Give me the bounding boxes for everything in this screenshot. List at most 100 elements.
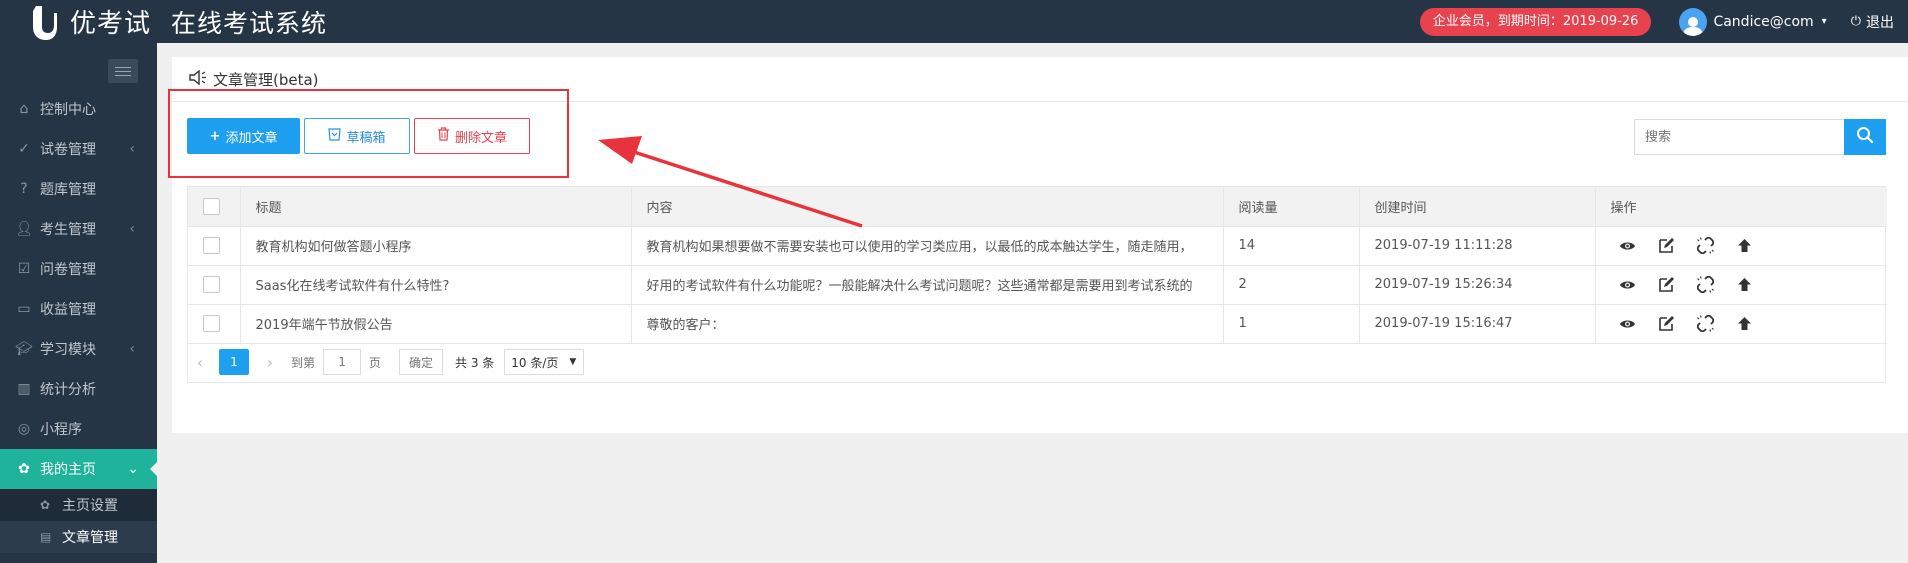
plus-icon: +: [209, 128, 221, 144]
sidebar-item-my-homepage[interactable]: ✿ 我的主页 ⌄: [0, 449, 158, 489]
sidebar-item-label: 考生管理: [40, 222, 96, 238]
arrow-up-icon[interactable]: [1736, 237, 1753, 254]
cell-content: 尊敬的客户：: [631, 304, 1224, 344]
sidebar-toggle-button[interactable]: [108, 59, 138, 83]
column-header-title: 标题: [240, 187, 632, 227]
table-row: 2019年端午节放假公告 尊敬的客户： 1 2019-07-19 15:16:4…: [188, 304, 1888, 344]
select-all-checkbox[interactable]: [203, 197, 220, 215]
sidebar-item-revenue[interactable]: ▭ 收益管理: [0, 289, 157, 329]
sidebar-item-examinees[interactable]: 👤︎ 考生管理 ‹: [0, 209, 157, 249]
unlink-icon[interactable]: [1696, 315, 1714, 332]
table-row: Saas化在线考试软件有什么特性? 好用的考试软件有什么功能呢？一般能解决什么考…: [188, 265, 1888, 305]
cell-created: 2019-07-19 15:26:34: [1359, 265, 1596, 305]
add-article-label: 添加文章: [225, 130, 278, 146]
wechat-icon: ◎: [17, 421, 31, 437]
chevron-down-icon: ⌄: [127, 461, 139, 477]
bar-chart-icon: ▥: [17, 381, 31, 397]
annotation-arrow-icon: [598, 136, 863, 228]
system-title: 在线考试系统: [171, 8, 328, 38]
eye-icon[interactable]: [1619, 315, 1636, 332]
submenu-my-homepage: ✿ 主页设置 ▤ 文章管理: [0, 489, 157, 553]
checkbox-icon: ☑: [17, 261, 31, 277]
chevron-left-icon: ‹: [129, 341, 135, 357]
unlink-icon[interactable]: [1696, 276, 1714, 293]
pagination: ‹ 1 › 到第 页 确定 共 3 条 10 条/页 ▼: [187, 348, 585, 376]
drafts-button[interactable]: 草稿箱: [304, 118, 410, 154]
user-menu[interactable]: Candice@com ▾: [1679, 7, 1827, 36]
row-actions: [1611, 276, 1888, 293]
sidebar-item-label: 试卷管理: [40, 142, 96, 158]
arrow-up-icon[interactable]: [1736, 276, 1753, 293]
cell-content: 好用的考试软件有什么功能呢？一般能解决什么考试问题呢？这些通常都是需要用到考试系…: [631, 265, 1224, 305]
edit-icon[interactable]: [1658, 276, 1675, 293]
eye-icon[interactable]: [1619, 276, 1636, 293]
graduation-cap-icon: 🎓︎: [15, 341, 33, 357]
speaker-icon: [189, 69, 207, 89]
sidebar-item-question-bank[interactable]: ? 题库管理: [0, 169, 157, 209]
chevron-left-icon: ‹: [129, 221, 135, 237]
cell-title: 教育机构如何做答题小程序: [240, 226, 632, 266]
arrow-up-icon[interactable]: [1736, 315, 1753, 332]
file-icon: ▤: [40, 530, 52, 544]
sidebar-item-learning[interactable]: 🎓︎ 学习模块 ‹: [0, 329, 157, 369]
sidebar: ⌂ 控制中心 ✓ 试卷管理 ‹ ? 题库管理 👤︎ 考生管理 ‹ ☑ 问卷管理 …: [0, 43, 158, 563]
sidebar-item-papers[interactable]: ✓ 试卷管理 ‹: [0, 129, 157, 169]
add-article-button[interactable]: + 添加文章: [187, 118, 300, 154]
card-icon: ▭: [17, 301, 31, 317]
sidebar-subitem-article-management[interactable]: ▤ 文章管理: [0, 521, 157, 553]
sidebar-item-label: 收益管理: [40, 302, 96, 318]
sidebar-item-dashboard[interactable]: ⌂ 控制中心: [0, 89, 157, 129]
goto-label: 到第: [291, 355, 316, 370]
unlink-icon[interactable]: [1696, 237, 1714, 254]
sidebar-subitem-label: 主页设置: [62, 498, 118, 514]
sidebar-item-mini-program[interactable]: ◎ 小程序: [0, 409, 157, 449]
leaf-icon: ✿: [18, 461, 30, 477]
top-header: 优考试 在线考试系统 企业会员，到期时间：2019-09-26 Candice@…: [0, 0, 1908, 43]
edit-icon[interactable]: [1658, 237, 1675, 254]
sidebar-item-label: 学习模块: [40, 342, 96, 358]
next-page-icon[interactable]: ›: [257, 353, 283, 372]
sidebar-item-label: 统计分析: [40, 382, 96, 398]
sidebar-subitem-homepage-settings[interactable]: ✿ 主页设置: [0, 489, 157, 521]
trash-icon: [437, 127, 450, 145]
username: Candice@com: [1713, 13, 1814, 30]
row-checkbox[interactable]: [203, 276, 220, 293]
edit-icon[interactable]: [1658, 315, 1675, 332]
search-button[interactable]: [1844, 119, 1886, 155]
current-page-button[interactable]: 1: [219, 349, 249, 375]
cell-content: 教育机构如果想要做不需要安装也可以使用的学习类应用，以最低的成本触达学生，随走随…: [631, 226, 1224, 266]
page-unit-label: 页: [369, 355, 382, 370]
sidebar-item-label: 控制中心: [40, 102, 96, 118]
row-checkbox[interactable]: [203, 315, 220, 332]
cell-title: 2019年端午节放假公告: [240, 304, 632, 344]
sidebar-menu: ⌂ 控制中心 ✓ 试卷管理 ‹ ? 题库管理 👤︎ 考生管理 ‹ ☑ 问卷管理 …: [0, 89, 158, 553]
eye-icon[interactable]: [1619, 237, 1636, 254]
logout-button[interactable]: ⏻ 退出: [1851, 12, 1894, 32]
search-input[interactable]: [1634, 119, 1844, 155]
leaf-icon: ✿: [40, 498, 51, 512]
row-actions: [1611, 315, 1888, 332]
active-indicator: [150, 461, 158, 477]
select-all-cell: [188, 187, 241, 227]
prev-page-icon[interactable]: ‹: [187, 353, 213, 372]
total-count: 共 3 条: [455, 355, 495, 370]
caret-down-icon: ▼: [569, 357, 577, 367]
logo[interactable]: 优考试: [0, 0, 157, 43]
column-header-actions: 操作: [1595, 187, 1887, 227]
page-number-input[interactable]: [323, 349, 362, 375]
sidebar-item-surveys[interactable]: ☑ 问卷管理: [0, 249, 157, 289]
row-checkbox[interactable]: [203, 237, 220, 254]
brand-name: 优考试: [70, 9, 152, 39]
page-size-select[interactable]: 10 条/页 ▼: [504, 349, 585, 375]
delete-article-button[interactable]: 删除文章: [414, 118, 530, 154]
goto-confirm-button[interactable]: 确定: [399, 349, 444, 375]
home-icon: ⌂: [19, 101, 29, 117]
cell-created: 2019-07-19 11:11:28: [1359, 226, 1596, 266]
chevron-left-icon: ‹: [129, 141, 135, 157]
sidebar-item-label: 问卷管理: [40, 262, 96, 278]
logo-mark-icon: [26, 3, 60, 41]
delete-article-label: 删除文章: [454, 130, 507, 146]
sidebar-item-statistics[interactable]: ▥ 统计分析: [0, 369, 157, 409]
column-header-reads: 阅读量: [1223, 187, 1360, 227]
page-size-value: 10 条/页: [511, 355, 559, 370]
